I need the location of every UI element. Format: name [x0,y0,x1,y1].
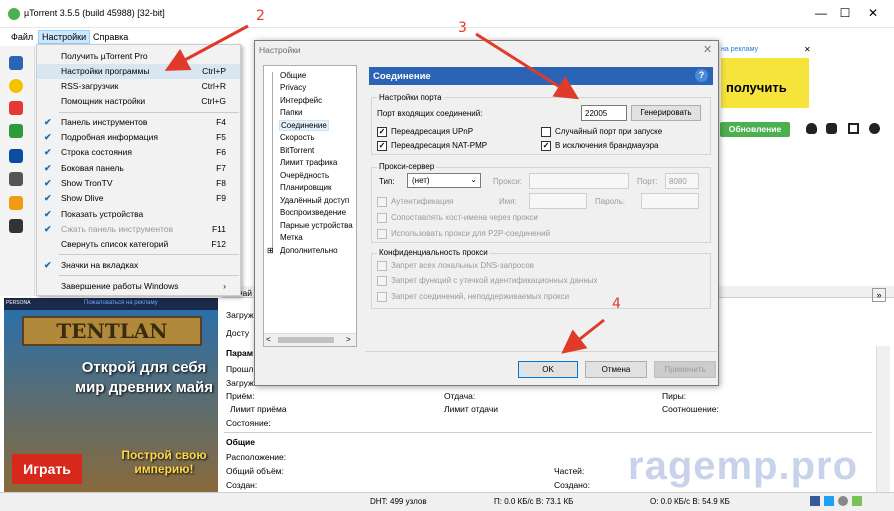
arrow-4 [561,318,605,354]
annotation-4: 4 [612,296,621,312]
annotation-2: 2 [256,8,265,24]
arrow-3 [475,32,580,100]
annotation-3: 3 [458,20,467,36]
annotation-arrows [164,24,605,354]
arrow-2 [164,24,249,71]
